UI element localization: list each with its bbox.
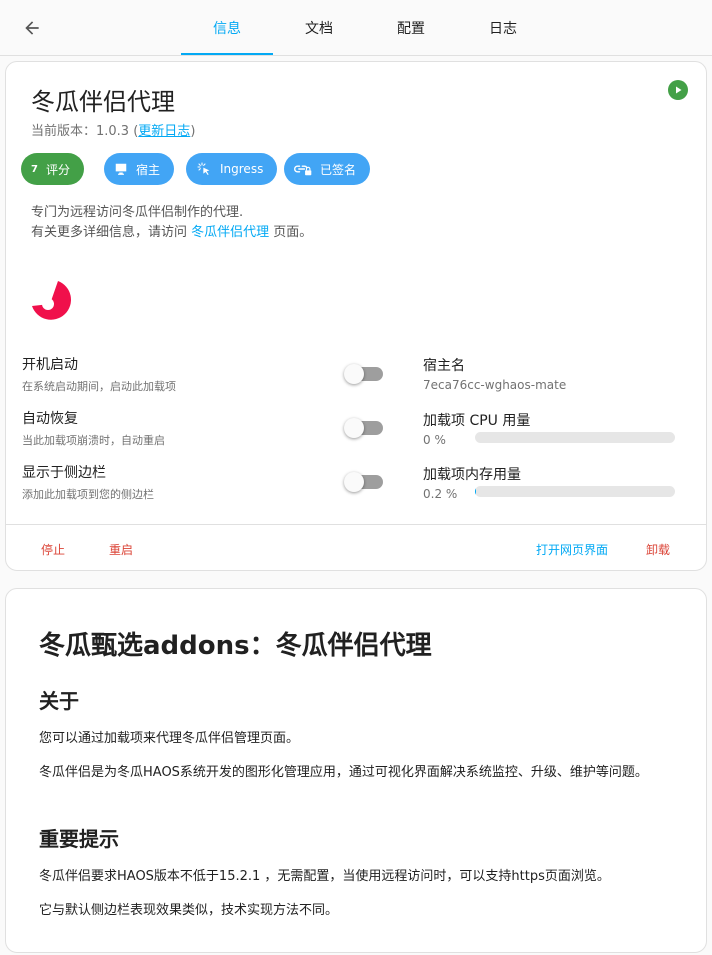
watchdog-toggle[interactable] xyxy=(344,418,383,438)
open-web-ui-button[interactable]: 打开网页界面 xyxy=(536,541,608,558)
rating-chip[interactable]: 7 评分 xyxy=(21,153,84,185)
addon-info-card: 冬瓜伴侣代理 当前版本：1.0.3 (更新日志) 7 评分 宿主 Ingress… xyxy=(5,61,707,571)
version-suffix: ) xyxy=(190,124,196,139)
description-text: 专门为远程访问冬瓜伴侣制作的代理. xyxy=(31,205,244,220)
card-actions-divider xyxy=(6,524,706,525)
signed-chip-label: 已签名 xyxy=(320,162,357,177)
more-info-prefix: 有关更多详细信息，请访问 xyxy=(31,225,192,240)
tab-configuration[interactable]: 配置 xyxy=(365,0,457,55)
about-paragraph-1: 您可以通过加载项来代理冬瓜伴侣管理页面。 xyxy=(39,731,300,746)
back-button[interactable] xyxy=(20,16,44,40)
restart-button[interactable]: 重启 xyxy=(109,541,133,558)
rating-value: 7 xyxy=(31,163,38,175)
memory-usage-label: 加载项内存用量 xyxy=(423,467,521,483)
option-start-on-boot-title: 开机启动 xyxy=(22,357,78,373)
show-in-sidebar-toggle[interactable] xyxy=(344,472,383,492)
tab-info[interactable]: 信息 xyxy=(181,0,273,55)
hostname-label: 宿主名 xyxy=(423,358,465,374)
signed-chip[interactable]: 已签名 xyxy=(284,153,371,185)
addon-logo xyxy=(32,281,71,320)
stop-button[interactable]: 停止 xyxy=(41,541,65,558)
option-sidebar-title: 显示于侧边栏 xyxy=(22,465,106,481)
tab-log[interactable]: 日志 xyxy=(457,0,549,55)
version-text: 当前版本：1.0.3 ( xyxy=(31,124,139,139)
rating-label: 评分 xyxy=(45,162,70,177)
memory-usage-bar xyxy=(475,486,675,497)
changelog-link[interactable]: 更新日志 xyxy=(138,124,190,139)
toggle-knob xyxy=(344,364,364,384)
memory-usage-value: 0.2 % xyxy=(423,487,458,501)
ingress-chip[interactable]: Ingress xyxy=(186,153,278,185)
start-on-boot-toggle[interactable] xyxy=(344,364,383,384)
toggle-knob xyxy=(344,472,364,492)
notice-heading: 重要提示 xyxy=(39,827,119,851)
monitor-icon xyxy=(115,163,127,175)
addon-title: 冬瓜伴侣代理 xyxy=(31,88,175,116)
active-tab-indicator xyxy=(181,53,273,55)
uninstall-button[interactable]: 卸载 xyxy=(646,541,670,558)
start-icon[interactable] xyxy=(668,80,688,100)
option-start-on-boot-subtitle: 在系统启动期间，启动此加载项 xyxy=(22,380,176,393)
option-watchdog-title: 自动恢复 xyxy=(22,411,78,427)
arrow-left-icon xyxy=(25,21,39,35)
link-lock-icon xyxy=(294,165,312,176)
cpu-usage-value: 0 % xyxy=(423,433,446,447)
addon-description: 专门为远程访问冬瓜伴侣制作的代理. 有关更多详细信息，请访问 冬瓜伴侣代理 页面… xyxy=(31,203,312,243)
toggle-knob xyxy=(344,418,364,438)
notice-paragraph-1: 冬瓜伴侣要求HAOS版本不低于15.2.1 ，无需配置，当使用远程访问时，可以支… xyxy=(39,869,610,884)
notice-paragraph-2: 它与默认侧边栏表现效果类似，技术实现方法不同。 xyxy=(39,903,339,918)
addon-docs-card: 冬瓜甄选addons：冬瓜伴侣代理 关于 您可以通过加载项来代理冬瓜伴侣管理页面… xyxy=(5,588,707,953)
about-heading: 关于 xyxy=(39,689,79,713)
option-sidebar-subtitle: 添加此加载项到您的侧边栏 xyxy=(22,488,154,501)
option-watchdog-subtitle: 当此加载项崩溃时，自动重启 xyxy=(22,434,165,447)
cursor-click-icon xyxy=(197,162,210,175)
host-chip[interactable]: 宿主 xyxy=(104,153,175,185)
docs-title: 冬瓜甄选addons：冬瓜伴侣代理 xyxy=(39,631,432,661)
cpu-usage-label: 加载项 CPU 用量 xyxy=(423,413,531,429)
more-info-link[interactable]: 冬瓜伴侣代理 xyxy=(191,225,269,240)
more-info-suffix: 页面。 xyxy=(269,225,313,240)
top-bar: 信息 文档 配置 日志 xyxy=(0,0,712,56)
ingress-chip-label: Ingress xyxy=(220,162,264,176)
about-paragraph-2: 冬瓜伴侣是为冬瓜HAOS系统开发的图形化管理应用，通过可视化界面解决系统监控、升… xyxy=(39,765,648,780)
cpu-usage-bar xyxy=(475,432,675,443)
hostname-value: 7eca76cc-wghaos-mate xyxy=(423,378,567,392)
tab-documentation[interactable]: 文档 xyxy=(273,0,365,55)
host-chip-label: 宿主 xyxy=(136,162,161,177)
more-info-line: 有关更多详细信息，请访问 冬瓜伴侣代理 页面。 xyxy=(31,223,312,243)
version-line: 当前版本：1.0.3 (更新日志) xyxy=(31,120,195,139)
